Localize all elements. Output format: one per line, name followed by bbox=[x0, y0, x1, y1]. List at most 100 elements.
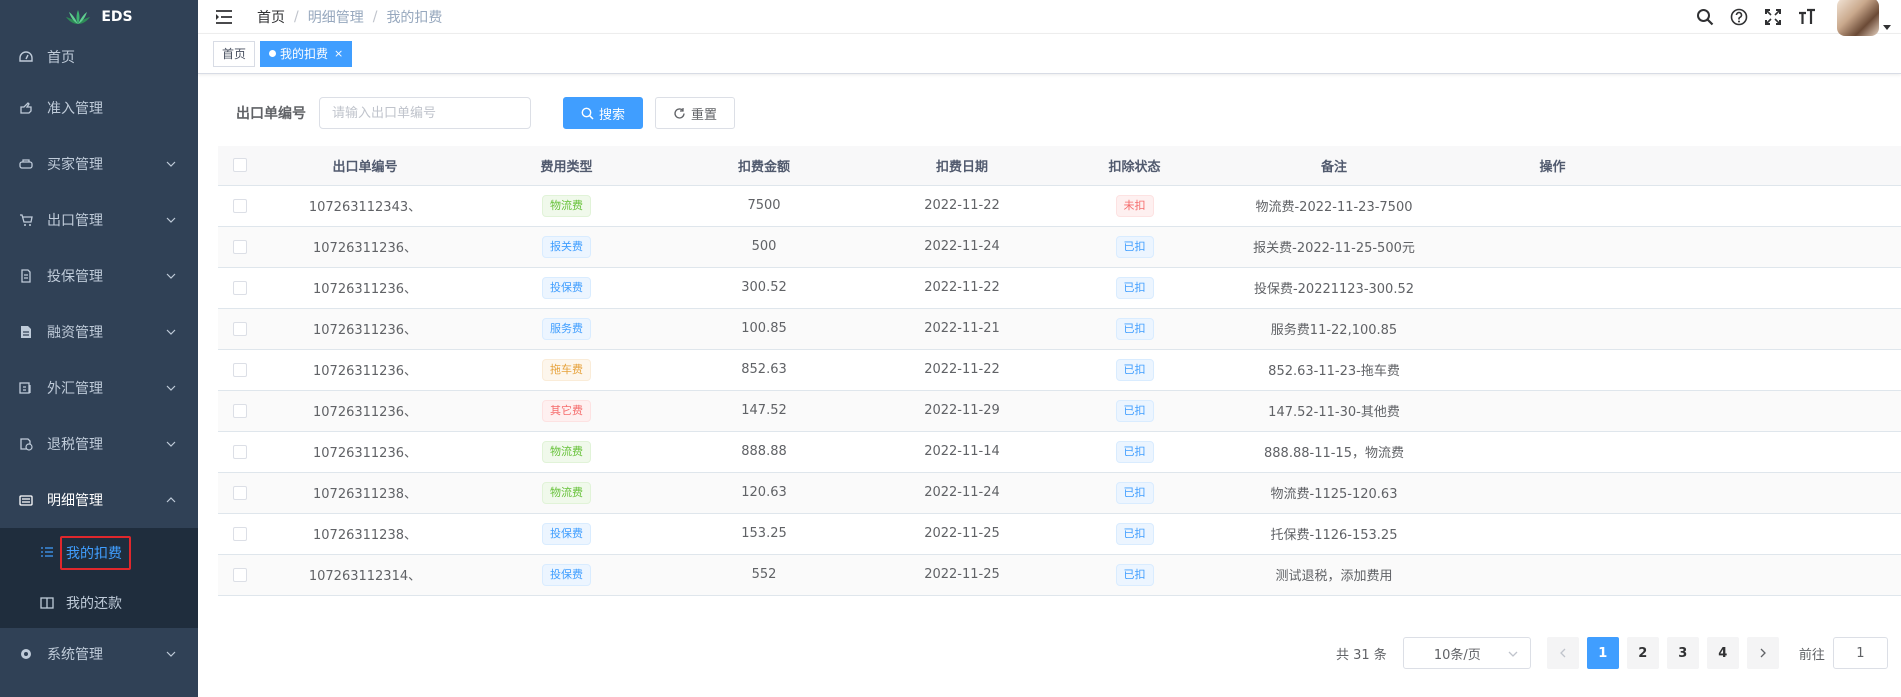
close-icon[interactable]: × bbox=[334, 42, 343, 66]
column-header[interactable]: 出口单编号 bbox=[262, 146, 468, 186]
refresh-icon bbox=[674, 107, 685, 119]
chevron-up-icon bbox=[166, 497, 176, 503]
sidebar-item-insurance[interactable]: 投保管理 bbox=[0, 248, 198, 304]
sidebar-item-label: 投保管理 bbox=[47, 269, 103, 285]
fee-type-cell: 其它费 bbox=[468, 390, 665, 432]
order-no-cell: 10726311236、 bbox=[262, 431, 468, 473]
page-button[interactable]: 4 bbox=[1706, 637, 1739, 669]
sidebar-item-access[interactable]: 准入管理 bbox=[0, 80, 198, 136]
amount-cell: 552 bbox=[665, 554, 863, 596]
sidebar-item-buyer[interactable]: 买家管理 bbox=[0, 136, 198, 192]
sidebar-item-label: 我的还款 bbox=[66, 596, 122, 612]
help-tool[interactable] bbox=[1722, 0, 1756, 34]
sidebar-subitem-my-deductions[interactable]: 我的扣费 bbox=[0, 528, 198, 578]
jump-page-input[interactable] bbox=[1832, 637, 1888, 669]
date-cell: 2022-11-24 bbox=[863, 226, 1061, 268]
prev-page-button[interactable] bbox=[1546, 637, 1579, 669]
font-size-tool[interactable] bbox=[1790, 0, 1824, 34]
order-no-input[interactable] bbox=[319, 97, 531, 129]
row-select-cell bbox=[218, 308, 262, 350]
reset-button[interactable]: 重置 bbox=[655, 97, 735, 129]
tags-view: 首页 我的扣费 × bbox=[198, 34, 1901, 74]
chevron-down-icon bbox=[166, 217, 176, 223]
select-all-checkbox[interactable] bbox=[233, 158, 247, 173]
breadcrumb: 首页 / 明细管理 / 我的扣费 bbox=[257, 7, 442, 27]
column-header[interactable]: 扣除状态 bbox=[1061, 146, 1208, 186]
tag-my-deductions[interactable]: 我的扣费 × bbox=[260, 40, 353, 67]
fullscreen-tool[interactable] bbox=[1756, 0, 1790, 34]
order-no-cell: 10726311236、 bbox=[262, 267, 468, 309]
sidebar-item-export[interactable]: 出口管理 bbox=[0, 192, 198, 248]
sidebar-item-forex[interactable]: 外汇管理 bbox=[0, 360, 198, 416]
main-content: 出口单编号 搜索 重置 出口单编号 费用类型 扣费金额 扣费日期 扣除状态 备注… bbox=[198, 75, 1901, 697]
search-icon bbox=[581, 107, 594, 120]
sidebar-item-finance[interactable]: 融资管理 bbox=[0, 304, 198, 360]
row-checkbox[interactable] bbox=[233, 403, 247, 418]
search-tool[interactable] bbox=[1688, 0, 1722, 34]
logo[interactable]: EDS bbox=[0, 0, 198, 34]
pagination-total: 共 31 条 bbox=[1336, 647, 1387, 663]
row-select-cell bbox=[218, 390, 262, 432]
row-checkbox[interactable] bbox=[233, 198, 247, 213]
column-header[interactable]: 扣费金额 bbox=[665, 146, 863, 186]
sidebar-item-tax-refund[interactable]: 退税管理 bbox=[0, 416, 198, 472]
fee-type-badge: 物流费 bbox=[542, 481, 591, 504]
action-cell bbox=[1460, 226, 1645, 268]
file-icon bbox=[18, 324, 34, 340]
sidebar-item-system[interactable]: 系统管理 bbox=[0, 628, 198, 680]
remark-cell: 888.88-11-15，物流费 bbox=[1208, 431, 1460, 473]
breadcrumb-home[interactable]: 首页 bbox=[257, 7, 285, 27]
sidebar-item-label: 外汇管理 bbox=[47, 381, 103, 397]
row-checkbox[interactable] bbox=[233, 321, 247, 336]
row-checkbox[interactable] bbox=[233, 567, 247, 582]
column-header[interactable]: 扣费日期 bbox=[863, 146, 1061, 186]
row-checkbox[interactable] bbox=[233, 444, 247, 459]
fee-type-badge: 投保费 bbox=[542, 522, 591, 545]
row-checkbox[interactable] bbox=[233, 280, 247, 295]
avatar[interactable] bbox=[1837, 0, 1879, 36]
tag-label: 首页 bbox=[222, 46, 247, 61]
breadcrumb-separator: / bbox=[294, 8, 299, 25]
row-checkbox[interactable] bbox=[233, 239, 247, 254]
page-button[interactable]: 3 bbox=[1666, 637, 1699, 669]
column-header[interactable]: 费用类型 bbox=[468, 146, 665, 186]
tag-home[interactable]: 首页 bbox=[213, 40, 256, 67]
page-size-select[interactable]: 10条/页 bbox=[1402, 637, 1531, 669]
row-checkbox[interactable] bbox=[233, 526, 247, 541]
caret-down-icon[interactable] bbox=[1883, 23, 1891, 31]
page-button[interactable]: 2 bbox=[1626, 637, 1659, 669]
table-body: 107263112343、 物流费 7500 2022-11-22 未扣 物流费-2022… bbox=[218, 185, 1901, 596]
hamburger-icon[interactable] bbox=[215, 9, 233, 25]
row-select-cell bbox=[218, 554, 262, 596]
breadcrumb-details[interactable]: 明细管理 bbox=[308, 7, 364, 27]
sidebar-item-home[interactable]: 首页 bbox=[0, 34, 198, 80]
jump-label: 前往 bbox=[1798, 647, 1825, 663]
filler-cell bbox=[1645, 431, 1901, 473]
fee-type-badge: 服务费 bbox=[542, 317, 591, 340]
chevron-down-icon bbox=[166, 329, 176, 335]
list-icon bbox=[40, 546, 54, 560]
row-checkbox[interactable] bbox=[233, 485, 247, 500]
sidebar-item-details[interactable]: 明细管理 bbox=[0, 472, 198, 528]
date-cell: 2022-11-21 bbox=[863, 308, 1061, 350]
amount-cell: 500 bbox=[665, 226, 863, 268]
page-button[interactable]: 1 bbox=[1586, 637, 1619, 669]
column-header[interactable]: 备注 bbox=[1208, 146, 1460, 186]
remark-cell: 物流费-2022-11-23-7500 bbox=[1208, 185, 1460, 227]
settings-icon bbox=[18, 646, 34, 662]
search-button[interactable]: 搜索 bbox=[563, 97, 643, 129]
next-page-button[interactable] bbox=[1746, 637, 1779, 669]
date-cell: 2022-11-29 bbox=[863, 390, 1061, 432]
sidebar-item-label: 出口管理 bbox=[47, 213, 103, 229]
status-badge: 已扣 bbox=[1115, 563, 1154, 586]
logo-text: EDS bbox=[101, 9, 133, 25]
table-row: 10726311236、 拖车费 852.63 2022-11-22 已扣 852.63-… bbox=[218, 349, 1901, 391]
sidebar-item-label: 买家管理 bbox=[47, 157, 103, 173]
sidebar-item-label: 退税管理 bbox=[47, 437, 103, 453]
table-header-row: 出口单编号 费用类型 扣费金额 扣费日期 扣除状态 备注 操作 bbox=[218, 146, 1901, 186]
row-checkbox[interactable] bbox=[233, 362, 247, 377]
row-select-cell bbox=[218, 431, 262, 473]
column-header: 操作 bbox=[1460, 146, 1645, 186]
chevron-down-icon bbox=[166, 385, 176, 391]
sidebar-subitem-my-repayments[interactable]: 我的还款 bbox=[0, 578, 198, 628]
